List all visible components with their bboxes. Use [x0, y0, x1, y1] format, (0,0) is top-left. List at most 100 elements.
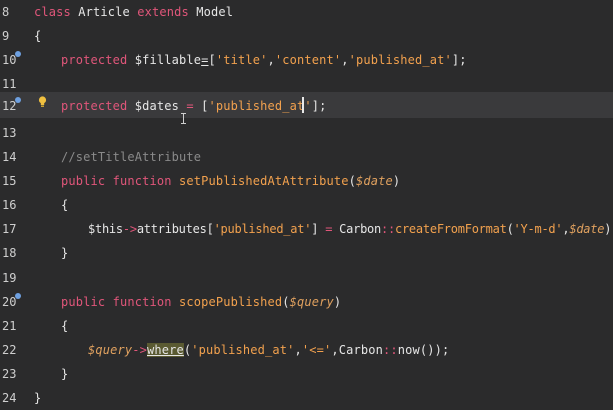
- code-comment: //setTitleAttribute: [61, 150, 202, 164]
- operator: ->: [132, 343, 147, 357]
- line-number: 11: [2, 77, 17, 91]
- code-line-15[interactable]: 15 public function setPublishedAtAttribu…: [0, 169, 613, 193]
- line-number: 24: [2, 391, 17, 405]
- code-editor[interactable]: 8 class Article extends Model 9 { 10 pro…: [0, 0, 613, 410]
- code-line-18[interactable]: 18 }: [0, 241, 613, 265]
- code-text: public function scopePublished($query): [61, 294, 341, 310]
- line-number: 17: [2, 222, 17, 236]
- brace: }: [34, 391, 42, 405]
- string: '<=': [301, 343, 332, 357]
- code-line-23[interactable]: 23 }: [0, 362, 613, 386]
- lightbulb-icon[interactable]: [38, 96, 47, 108]
- parent-class: Model: [196, 5, 234, 19]
- code-text: }: [61, 366, 68, 382]
- line-number: 15: [2, 174, 17, 188]
- code-line-21[interactable]: 21 {: [0, 314, 613, 338]
- comma: ,: [341, 53, 349, 67]
- operator: =: [325, 222, 333, 236]
- code-line-8[interactable]: 8 class Article extends Model: [0, 0, 613, 24]
- code-line-13[interactable]: 13: [0, 121, 613, 145]
- brace: }: [61, 246, 69, 260]
- bracket: [: [208, 53, 216, 67]
- keyword: function: [112, 174, 172, 188]
- paren: (: [506, 222, 514, 236]
- parameter: $date: [356, 174, 393, 188]
- operator: ->: [122, 222, 137, 236]
- variable: $this: [88, 222, 123, 236]
- operator: =: [186, 99, 194, 113]
- paren: (: [282, 295, 290, 309]
- line-number: 16: [2, 198, 17, 212]
- string: 'published_at': [191, 343, 295, 357]
- bookmark-marker-icon[interactable]: [15, 97, 21, 103]
- line-number: 13: [2, 126, 17, 140]
- keyword: protected: [61, 99, 128, 113]
- variable: $fillable: [134, 53, 202, 67]
- code-line-20[interactable]: 20 public function scopePublished($query…: [0, 290, 613, 314]
- bookmark-marker-icon[interactable]: [15, 293, 21, 299]
- code-line-16[interactable]: 16 {: [0, 193, 613, 217]
- string: 'content': [274, 53, 342, 67]
- brace: {: [61, 198, 69, 212]
- line-number: 8: [2, 5, 10, 19]
- statement-end: ];: [311, 99, 327, 113]
- code-text: class Article extends Model: [34, 4, 233, 20]
- method-name: now: [397, 343, 420, 357]
- bracket: [: [206, 222, 214, 236]
- keyword: protected: [61, 53, 128, 67]
- keyword: extends: [137, 5, 189, 19]
- line-number: 19: [2, 271, 17, 285]
- string: 'published_at': [208, 99, 312, 113]
- operator: ::: [383, 343, 398, 357]
- line-number: 9: [2, 29, 10, 43]
- code-text: public function setPublishedAtAttribute(…: [61, 173, 400, 189]
- statement-end: ];: [451, 53, 467, 67]
- paren: (: [348, 174, 356, 188]
- code-line-9[interactable]: 9 {: [0, 24, 613, 48]
- brace: {: [61, 319, 69, 333]
- class-name: Article: [78, 5, 130, 19]
- string: 'Y-m-d': [513, 222, 563, 236]
- code-text: {: [34, 28, 41, 44]
- code-line-24[interactable]: 24 }: [0, 386, 613, 410]
- code-text: $this->attributes['published_at'] = Carb…: [88, 221, 613, 237]
- comma: ,: [331, 343, 339, 357]
- code-text: {: [61, 197, 68, 213]
- method-name: createFromFormat: [394, 222, 507, 236]
- property: attributes: [136, 222, 207, 236]
- code-line-19[interactable]: 19: [0, 266, 613, 290]
- code-line-14[interactable]: 14 //setTitleAttribute: [0, 145, 613, 169]
- variable: $dates: [134, 99, 179, 113]
- operator: =: [201, 53, 209, 67]
- comma: ,: [294, 343, 302, 357]
- parameter: $query: [289, 295, 334, 309]
- code-text: protected $fillable=['title','content','…: [61, 52, 467, 68]
- method-name-highlighted: where: [147, 343, 184, 357]
- comma: ,: [267, 53, 275, 67]
- code-line-10[interactable]: 10 protected $fillable=['title','content…: [0, 48, 613, 72]
- keyword: function: [112, 295, 172, 309]
- code-line-22[interactable]: 22 $query->where('published_at','<=',Car…: [0, 338, 613, 362]
- paren: ): [392, 174, 401, 188]
- statement-end: );: [604, 222, 613, 236]
- text-caret: [302, 97, 304, 113]
- function-name: scopePublished: [179, 295, 283, 309]
- code-line-12[interactable]: 12 protected $dates = ['published_at'];: [0, 92, 613, 118]
- variable: $query: [88, 343, 133, 357]
- code-text: protected $dates = ['published_at'];: [61, 98, 327, 114]
- code-text: }: [34, 390, 41, 406]
- keyword: public: [61, 295, 106, 309]
- bracket: ]: [311, 222, 319, 236]
- line-number: 21: [2, 319, 17, 333]
- paren: ): [333, 295, 342, 309]
- statement-end: ());: [419, 343, 450, 357]
- operator: ::: [381, 222, 395, 236]
- function-name: setPublishedAtAttribute: [179, 174, 349, 188]
- class-name: Carbon: [338, 343, 383, 357]
- line-number: 22: [2, 343, 17, 357]
- bookmark-marker-icon[interactable]: [15, 51, 21, 57]
- code-text: $query->where('published_at','<=',Carbon…: [88, 342, 449, 358]
- bracket: [: [201, 99, 209, 113]
- string: 'title': [215, 53, 268, 67]
- code-line-17[interactable]: 17 $this->attributes['published_at'] = C…: [0, 217, 613, 241]
